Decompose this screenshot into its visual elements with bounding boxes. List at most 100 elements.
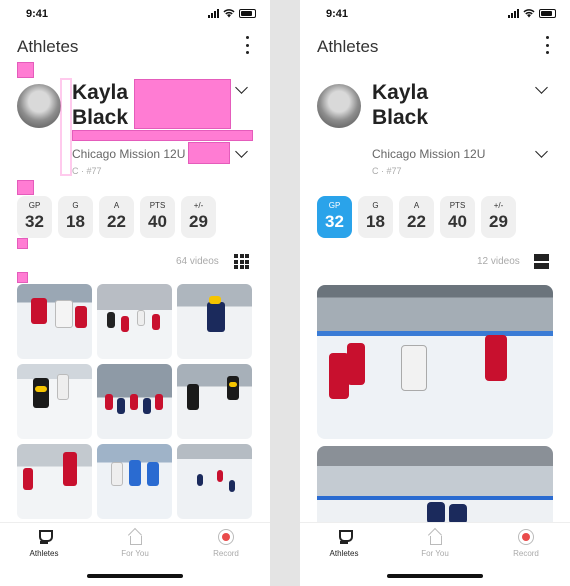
wifi-icon [523, 9, 535, 18]
stat-value: 32 [325, 212, 344, 231]
athlete-name[interactable]: Kayla Black [372, 80, 428, 130]
stat-value: 40 [448, 212, 467, 231]
annotation-marker [17, 238, 28, 249]
athlete-position-number: C · #77 [72, 166, 102, 176]
tab-label: Athletes [29, 549, 59, 558]
status-icons [208, 8, 256, 18]
home-icon [127, 529, 143, 545]
athlete-last-name: Black [72, 106, 129, 129]
stat-value: 18 [66, 212, 85, 231]
team-chevron-down-icon[interactable] [235, 145, 248, 158]
video-count: 12 videos [477, 256, 520, 267]
signal-icon [208, 8, 219, 18]
list-view-icon[interactable] [534, 254, 549, 269]
tab-record[interactable]: Record [496, 529, 556, 558]
stat-plus-minus[interactable]: +/- 29 [181, 196, 216, 238]
video-count: 64 videos [176, 256, 219, 267]
record-icon [218, 529, 234, 545]
annotation-marker [188, 142, 230, 164]
video-thumbnail[interactable] [17, 364, 92, 439]
record-icon [518, 529, 534, 545]
stat-value: 29 [189, 212, 208, 231]
video-thumbnail[interactable] [317, 285, 553, 439]
tab-for-you[interactable]: For You [405, 529, 465, 558]
athlete-first-name: Kayla [372, 81, 429, 104]
stat-value: 18 [366, 212, 385, 231]
annotation-marker [134, 79, 231, 129]
video-thumbnail[interactable] [97, 444, 172, 519]
video-grid [17, 284, 252, 519]
video-thumbnail[interactable] [97, 364, 172, 439]
stat-pts[interactable]: PTS 40 [140, 196, 175, 238]
stat-label: GP [28, 201, 41, 210]
stat-value: 22 [407, 212, 426, 231]
video-thumbnail[interactable] [177, 364, 252, 439]
stat-plus-minus[interactable]: +/- 29 [481, 196, 516, 238]
video-thumbnail[interactable] [17, 284, 92, 359]
stat-value: 29 [489, 212, 508, 231]
page-title: Athletes [17, 37, 79, 56]
status-bar: 9:41 [0, 0, 270, 26]
stat-label: A [413, 201, 420, 210]
more-vertical-icon[interactable] [244, 36, 250, 54]
tab-athletes[interactable]: Athletes [314, 529, 374, 558]
annotation-marker [17, 62, 34, 78]
team-name[interactable]: Chicago Mission 12U [72, 147, 185, 161]
phone-screen-grid: 9:41 Athletes Kayla Black Chicago Missio… [0, 0, 270, 586]
signal-icon [508, 8, 519, 18]
stat-value: 32 [25, 212, 44, 231]
stat-gp[interactable]: GP 32 [17, 196, 52, 238]
tab-for-you[interactable]: For You [105, 529, 165, 558]
video-thumbnail[interactable] [177, 444, 252, 519]
tab-record[interactable]: Record [196, 529, 256, 558]
video-thumbnail[interactable] [17, 444, 92, 519]
battery-icon [239, 8, 256, 18]
trophy-icon [336, 529, 353, 545]
home-indicator [387, 574, 483, 578]
stat-g[interactable]: G 18 [58, 196, 93, 238]
battery-icon [539, 8, 556, 18]
stat-label: PTS [149, 201, 166, 210]
athlete-chevron-down-icon[interactable] [535, 81, 548, 94]
home-indicator [87, 574, 183, 578]
team-chevron-down-icon[interactable] [535, 145, 548, 158]
stat-a[interactable]: A 22 [99, 196, 134, 238]
stats-row: GP 32 G 18 A 22 PTS 40 +/- 29 [17, 196, 216, 238]
team-name[interactable]: Chicago Mission 12U [372, 147, 485, 161]
stat-label: PTS [449, 201, 466, 210]
stat-label: A [113, 201, 120, 210]
stat-label: +/- [493, 201, 504, 210]
athlete-chevron-down-icon[interactable] [235, 81, 248, 94]
stat-g[interactable]: G 18 [358, 196, 393, 238]
stat-label: G [72, 201, 79, 210]
video-thumbnail[interactable] [97, 284, 172, 359]
grid-view-icon[interactable] [234, 254, 249, 269]
page-title: Athletes [317, 37, 379, 56]
more-vertical-icon[interactable] [544, 36, 550, 54]
stat-value: 40 [148, 212, 167, 231]
status-bar: 9:41 [300, 0, 570, 26]
athlete-avatar [17, 84, 61, 128]
video-thumbnail[interactable] [177, 284, 252, 359]
annotation-marker [72, 130, 253, 141]
athlete-name[interactable]: Kayla Black [72, 80, 128, 130]
athlete-last-name: Black [372, 106, 429, 129]
stat-gp[interactable]: GP 32 [317, 196, 352, 238]
status-icons [508, 8, 556, 18]
athlete-avatar [317, 84, 361, 128]
annotation-marker [17, 272, 28, 283]
tab-label: Record [213, 549, 239, 558]
tab-bar: Athletes For You Record [300, 522, 570, 586]
home-icon [427, 529, 443, 545]
stat-a[interactable]: A 22 [399, 196, 434, 238]
stat-value: 22 [107, 212, 126, 231]
tab-label: For You [421, 549, 449, 558]
annotation-marker [17, 180, 34, 195]
status-time: 9:41 [326, 8, 349, 20]
athlete-first-name: Kayla [72, 81, 129, 104]
phone-screen-list: 9:41 Athletes Kayla Black Chicago Missio… [300, 0, 570, 586]
tab-bar: Athletes For You Record [0, 522, 270, 586]
tab-athletes[interactable]: Athletes [14, 529, 74, 558]
tab-label: Record [513, 549, 539, 558]
stat-pts[interactable]: PTS 40 [440, 196, 475, 238]
